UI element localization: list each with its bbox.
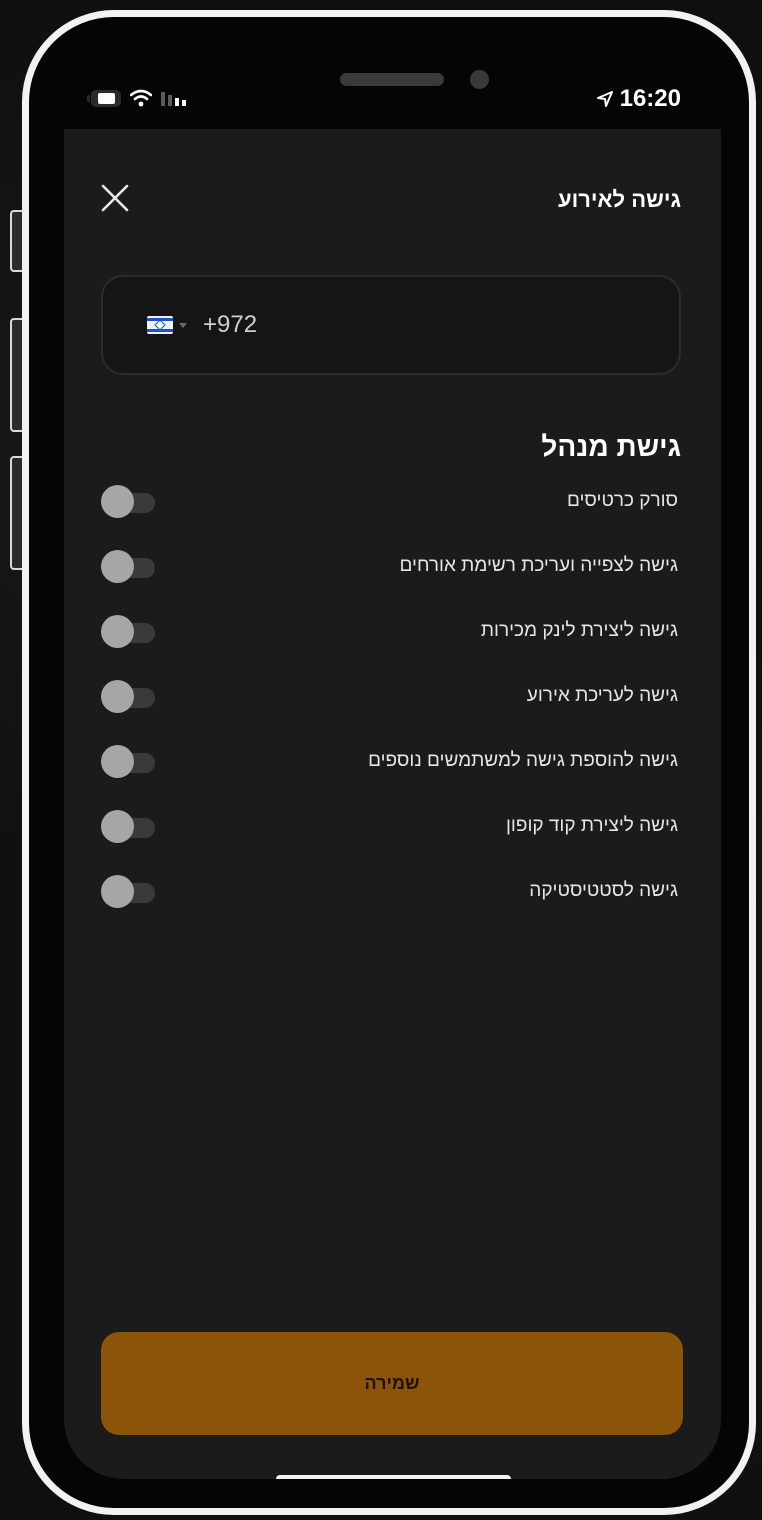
permission-toggle[interactable] <box>101 615 157 649</box>
permission-row: גישה להוספת גישה למשתמשים נוספים <box>101 744 681 780</box>
toggle-knob <box>101 810 134 843</box>
permission-label: גישה לצפייה ועריכת רשימת אורחים <box>399 555 679 576</box>
toggle-knob <box>101 485 134 518</box>
permission-label: גישה לסטטיסטיקה <box>529 880 678 901</box>
toggle-knob <box>101 875 134 908</box>
permission-row: גישה ליצירת לינק מכירות <box>101 614 681 650</box>
event-access-screen: גישה לאירוע +972 גישת מנהל סורק כרטיסים … <box>64 129 721 1479</box>
chevron-down-icon[interactable] <box>179 322 187 328</box>
israel-flag-icon[interactable] <box>147 316 173 334</box>
permission-toggle[interactable] <box>101 680 157 714</box>
home-indicator[interactable] <box>276 1475 511 1479</box>
permission-toggle[interactable] <box>101 745 157 779</box>
save-button[interactable]: שמירה <box>101 1332 683 1435</box>
permission-label: סורק כרטיסים <box>566 490 678 511</box>
phone-side-button <box>10 210 22 272</box>
permission-row: סורק כרטיסים <box>101 484 681 520</box>
status-time-text: 16:20 <box>619 85 681 112</box>
battery-icon <box>87 89 121 107</box>
status-icons <box>87 89 191 107</box>
toggle-knob <box>101 745 134 778</box>
status-bar: 16:20 <box>29 17 749 137</box>
permission-label: גישה ליצירת קוד קופון <box>506 815 678 836</box>
phone-number-field[interactable]: +972 <box>101 275 681 375</box>
section-title: גישת מנהל <box>541 431 681 462</box>
permission-row: גישה לצפייה ועריכת רשימת אורחים <box>101 549 681 585</box>
close-icon[interactable] <box>100 183 130 213</box>
page-title: גישה לאירוע <box>557 187 681 212</box>
signal-icon <box>161 90 191 106</box>
dial-code: +972 <box>203 311 258 338</box>
phone-volume-down-button <box>10 456 22 570</box>
permission-row: גישה ליצירת קוד קופון <box>101 809 681 845</box>
permission-toggle[interactable] <box>101 810 157 844</box>
location-arrow-icon <box>596 90 614 108</box>
permission-label: גישה ליצירת לינק מכירות <box>480 620 678 641</box>
permission-label: גישה לעריכת אירוע <box>526 685 678 706</box>
flag-star <box>154 319 166 331</box>
toggle-knob <box>101 680 134 713</box>
permission-toggle[interactable] <box>101 485 157 519</box>
permission-toggle[interactable] <box>101 875 157 909</box>
phone-frame: 16:20 גישה לאירוע +972 גישת מנהל סורק כר… <box>22 10 756 1515</box>
permission-row: גישה לסטטיסטיקה <box>101 874 681 910</box>
permission-toggle[interactable] <box>101 550 157 584</box>
status-time: 16:20 <box>596 85 681 113</box>
toggle-knob <box>101 550 134 583</box>
toggle-knob <box>101 615 134 648</box>
permission-row: גישה לעריכת אירוע <box>101 679 681 715</box>
battery-level <box>97 92 115 104</box>
phone-volume-up-button <box>10 318 22 432</box>
wifi-icon <box>130 89 152 107</box>
permission-label: גישה להוספת גישה למשתמשים נוספים <box>368 750 678 771</box>
